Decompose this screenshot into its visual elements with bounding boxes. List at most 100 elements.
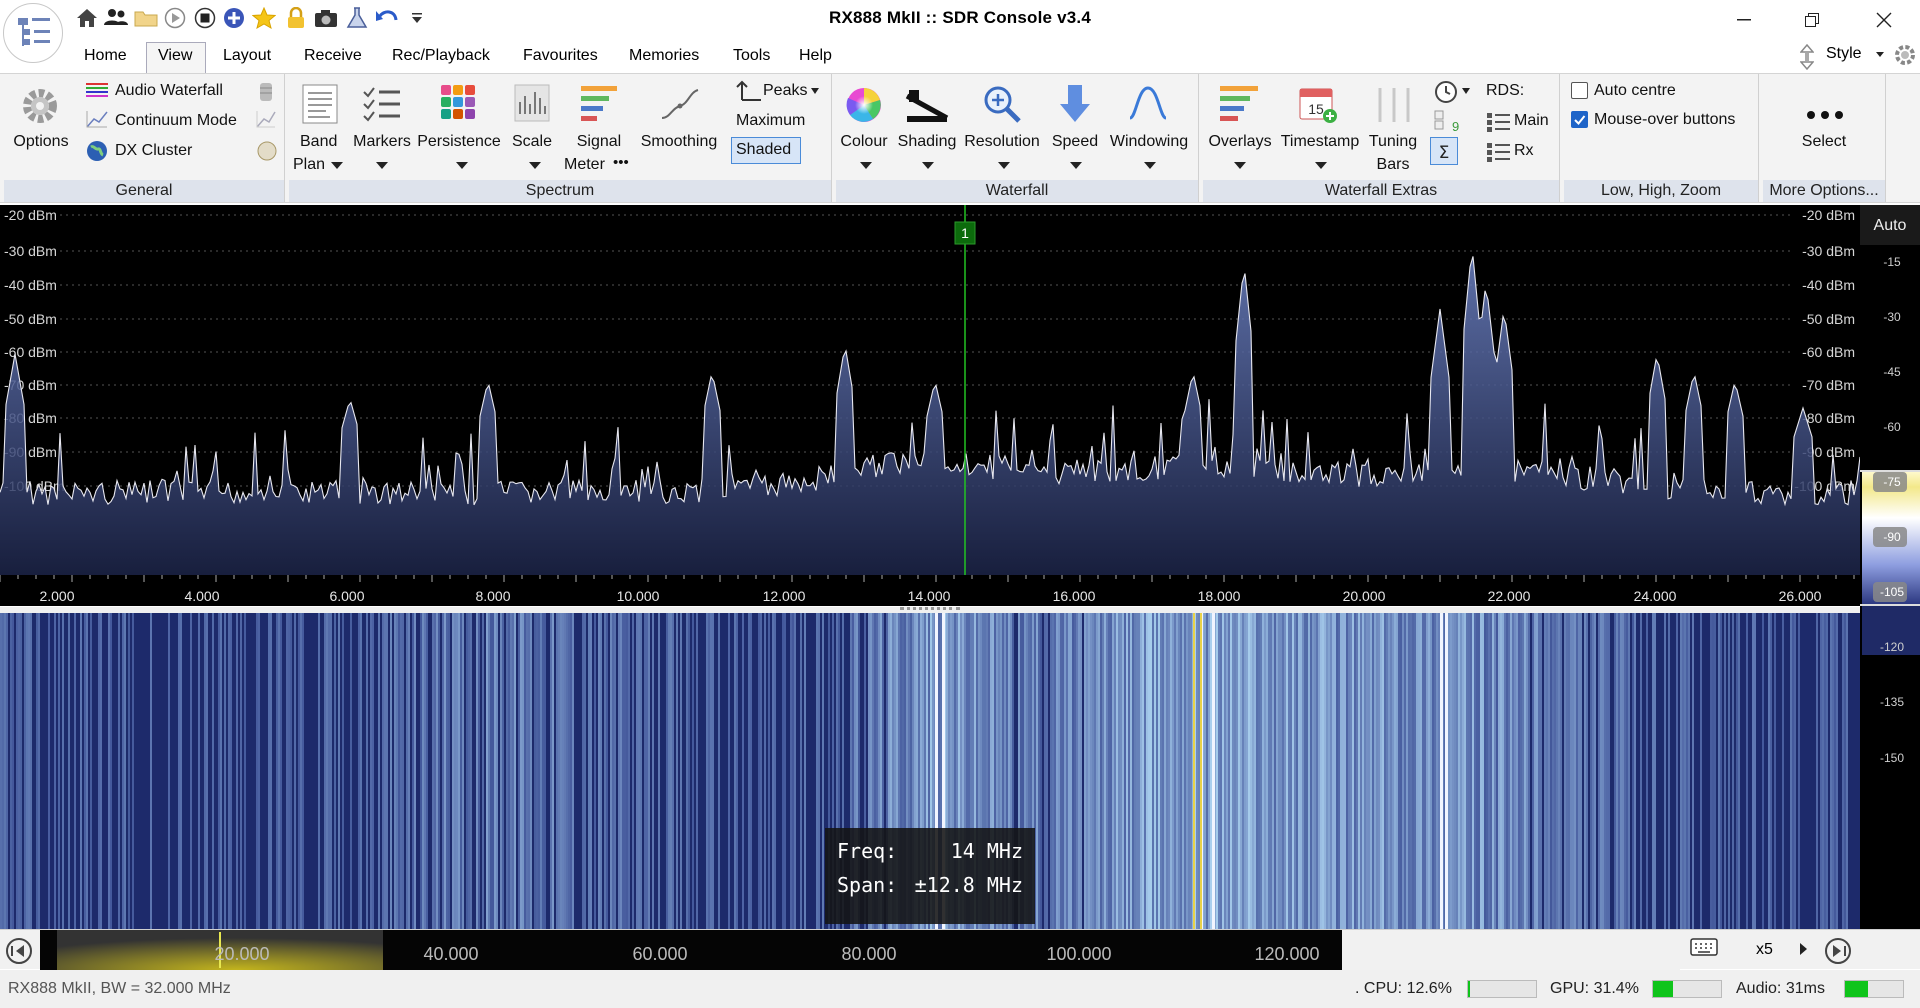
lock-icon[interactable]	[284, 6, 308, 30]
audio-waterfall-button[interactable]: Audio Waterfall	[115, 82, 223, 100]
options-button[interactable]: Options	[6, 133, 76, 151]
scroll-left-icon[interactable]	[6, 938, 32, 964]
undo-icon[interactable]	[375, 6, 399, 30]
timestamp-dropdown-icon[interactable]	[1315, 162, 1327, 169]
speed-button[interactable]: Speed	[1044, 133, 1106, 151]
persistence-button[interactable]: Persistence	[416, 133, 502, 151]
users-icon[interactable]	[104, 6, 128, 30]
tab-layout[interactable]: Layout	[223, 47, 271, 65]
colour-scale-bar[interactable]: Auto -15 -30 -45 -60 -75 -90 -105 -120 -135 -150	[1860, 205, 1920, 929]
clock-dropdown-icon[interactable]	[1462, 88, 1470, 94]
tuning-bars-label-2[interactable]: Bars	[1360, 156, 1426, 174]
shading-button[interactable]: Shading	[892, 133, 962, 151]
tab-home[interactable]: Home	[84, 47, 127, 65]
peaks-dropdown-icon[interactable]	[811, 88, 819, 94]
shading-dropdown-icon[interactable]	[922, 162, 934, 169]
minimize-button[interactable]	[1715, 0, 1773, 40]
smoothing-button[interactable]: Smoothing	[634, 133, 724, 151]
band-plan-label-2[interactable]: Plan	[293, 156, 325, 174]
frequency-tick-label: 16.000	[1053, 588, 1096, 604]
tab-favourites[interactable]: Favourites	[523, 47, 598, 65]
frequency-tick-label: 4.000	[184, 588, 219, 604]
tab-help[interactable]: Help	[799, 47, 832, 65]
stop-icon[interactable]	[193, 6, 217, 30]
windowing-button[interactable]: Windowing	[1104, 133, 1194, 151]
colour-dropdown-icon[interactable]	[860, 162, 872, 169]
frequency-scale[interactable]: 2.000 4.000 6.000 8.000 10.000 12.000 14.000 16…	[0, 575, 1860, 610]
frequency-tick-label: 14.000	[908, 588, 951, 604]
dx-cluster-button[interactable]: DX Cluster	[115, 142, 192, 160]
maximum-option[interactable]: Maximum	[736, 112, 805, 130]
band-plan-dropdown-icon[interactable]	[331, 162, 343, 169]
windowing-dropdown-icon[interactable]	[1144, 162, 1156, 169]
customize-toolbar-icon[interactable]	[405, 6, 429, 30]
resolution-dropdown-icon[interactable]	[998, 162, 1010, 169]
waterfall-display[interactable]: Freq: 14 MHz Span: ±12.8 MHz	[0, 613, 1860, 929]
chart-line-icon[interactable]	[256, 110, 276, 133]
grid-nine-icon[interactable]: 9	[1434, 110, 1460, 139]
scale-dropdown-icon[interactable]	[529, 162, 541, 169]
persistence-dropdown-icon[interactable]	[456, 162, 468, 169]
play-icon[interactable]	[163, 6, 187, 30]
options-gear-icon[interactable]	[20, 86, 60, 131]
close-window-button[interactable]	[1855, 0, 1913, 40]
overview-bar: 20.000 40.000 60.000 80.000 100.000 120.000 x…	[0, 929, 1920, 970]
signal-meter-more-button[interactable]: •••	[613, 154, 629, 171]
signal-meter-label-2[interactable]: Meter	[564, 156, 605, 174]
folder-icon[interactable]	[134, 6, 158, 30]
compass-icon[interactable]	[256, 140, 278, 167]
signal-meter-label-1[interactable]: Signal	[568, 133, 630, 151]
db-label-right: -80 dBm	[1802, 410, 1855, 426]
speed-dropdown-icon[interactable]	[1070, 162, 1082, 169]
select-button[interactable]: Select	[1763, 133, 1885, 151]
peaks-button[interactable]: Peaks	[763, 82, 807, 100]
tab-memories[interactable]: Memories	[629, 47, 699, 65]
rds-rx-button[interactable]: Rx	[1514, 142, 1534, 160]
zoom-level-label[interactable]: x5	[1756, 941, 1773, 959]
tab-rec-playback[interactable]: Rec/Playback	[392, 47, 490, 65]
database-icon[interactable]	[258, 82, 274, 107]
overlays-button[interactable]: Overlays	[1204, 133, 1276, 151]
spectrum-display[interactable]: -20 dBm -20 dBm -30 dBm -30 dBm -40 dBm -40 d…	[0, 205, 1860, 575]
scale-button[interactable]: Scale	[506, 133, 558, 151]
tab-tools[interactable]: Tools	[733, 47, 770, 65]
resolution-zoom-icon	[982, 84, 1022, 129]
zoom-next-icon[interactable]	[1800, 943, 1807, 955]
style-menu[interactable]: Style	[1826, 45, 1862, 63]
clock-icon[interactable]	[1434, 80, 1458, 109]
app-logo-icon[interactable]	[3, 3, 63, 63]
mouseover-buttons-checkbox[interactable]	[1571, 111, 1588, 128]
keyboard-icon[interactable]	[1690, 938, 1726, 962]
home-icon[interactable]	[75, 6, 99, 30]
tab-view[interactable]: View	[158, 47, 192, 65]
tab-receive[interactable]: Receive	[304, 47, 362, 65]
resolution-button[interactable]: Resolution	[960, 133, 1044, 151]
add-circle-icon[interactable]	[222, 6, 246, 30]
spectrum-plot[interactable]: -20 dBm -20 dBm -30 dBm -30 dBm -40 dBm -40 d…	[0, 205, 1860, 575]
settings-gear-icon[interactable]	[1893, 43, 1917, 72]
band-plan-label-1[interactable]: Band	[300, 133, 337, 151]
star-icon[interactable]	[252, 6, 276, 30]
shaded-option[interactable]: Shaded	[736, 141, 791, 159]
splitter-grip-icon[interactable]	[900, 607, 960, 611]
overlays-dropdown-icon[interactable]	[1234, 162, 1246, 169]
rds-main-button[interactable]: Main	[1514, 112, 1549, 130]
continuum-mode-button[interactable]: Continuum Mode	[115, 112, 237, 130]
tuning-bars-label-1[interactable]: Tuning	[1360, 133, 1426, 151]
flask-icon[interactable]	[345, 6, 369, 30]
style-dropdown-icon[interactable]	[1876, 52, 1884, 57]
overview-spectrum[interactable]: 20.000 40.000 60.000 80.000 100.000 120.000	[40, 930, 1680, 970]
auto-centre-label[interactable]: Auto centre	[1594, 82, 1676, 100]
markers-button[interactable]: Markers	[350, 133, 414, 151]
markers-dropdown-icon[interactable]	[376, 162, 388, 169]
cpu-meter	[1467, 980, 1537, 998]
timestamp-button[interactable]: Timestamp	[1276, 133, 1364, 151]
restore-button[interactable]	[1783, 0, 1841, 40]
sigma-button[interactable]: Σ	[1430, 137, 1458, 165]
mouseover-buttons-label[interactable]: Mouse-over buttons	[1594, 111, 1735, 129]
scroll-right-icon[interactable]	[1825, 938, 1851, 964]
auto-centre-checkbox[interactable]	[1571, 82, 1588, 99]
spectrum-fill	[0, 256, 1860, 575]
colour-button[interactable]: Colour	[835, 133, 893, 151]
camera-icon[interactable]	[314, 6, 338, 30]
